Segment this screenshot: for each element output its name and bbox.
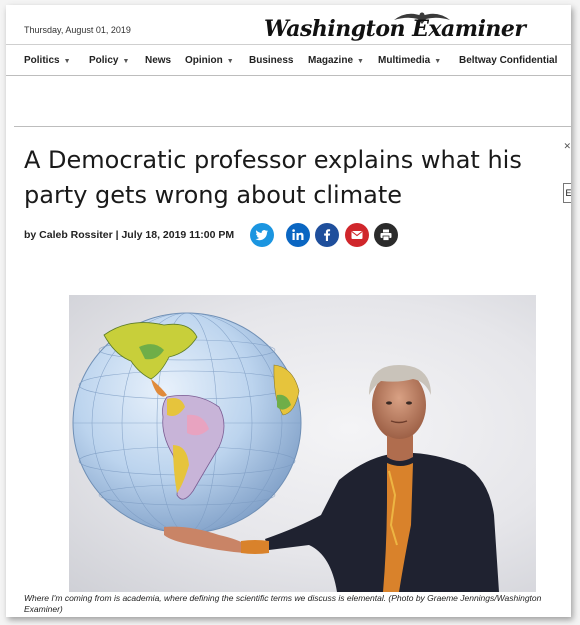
nav-item-label: Opinion (185, 55, 223, 66)
article-headline: A Democratic professor explains what his… (24, 146, 522, 209)
chevron-down-icon: ▼ (226, 58, 234, 65)
chevron-down-icon: ▼ (357, 58, 364, 65)
nav-item-business[interactable]: Business (249, 55, 293, 66)
chevron-down-icon: ▼ (434, 58, 442, 65)
site-header: Thursday, August 01, 2019 Washington Exa… (6, 5, 571, 45)
page-frame: Thursday, August 01, 2019 Washington Exa… (6, 5, 571, 617)
truncated-side-widget[interactable]: E (563, 183, 571, 203)
linkedin-icon (292, 229, 304, 240)
print-icon (380, 229, 392, 241)
nav-item-label: Magazine (308, 55, 354, 66)
article-photo (69, 295, 536, 592)
article-byline: by Caleb Rossiter | July 18, 2019 11:00 … (24, 229, 235, 241)
share-linkedin-button[interactable] (286, 223, 310, 247)
nav-item-opinion[interactable]: Opinion ▼ (185, 55, 234, 66)
nav-item-policy[interactable]: Policy ▼ (89, 55, 129, 66)
nav-item-label: Policy (89, 55, 119, 66)
nav-item-beltway-confidential[interactable]: Beltway Confidential (459, 55, 557, 66)
share-twitter-button[interactable] (250, 223, 274, 247)
chevron-down-icon: ▼ (122, 58, 130, 65)
nav-item-label: Multimedia (378, 55, 431, 66)
share-facebook-button[interactable] (315, 223, 339, 247)
photo-caption: Where I'm coming from is academia, where… (24, 593, 542, 614)
nav-item-label: Business (249, 55, 294, 66)
nav-item-magazine[interactable]: Magazine ▼ (308, 55, 364, 66)
nav-item-news[interactable]: News (145, 55, 171, 66)
photo-illustration (72, 312, 499, 592)
nav-item-label: Politics (24, 55, 60, 66)
mail-icon (351, 231, 363, 239)
truncated-widget-icon[interactable]: ✕ (563, 141, 571, 152)
nav-item-label: News (145, 55, 172, 66)
nav-item-multimedia[interactable]: Multimedia ▼ (378, 55, 441, 66)
logo-text: Washington Examiner (264, 16, 526, 42)
site-logo[interactable]: Washington Examiner (264, 10, 564, 44)
header-date: Thursday, August 01, 2019 (24, 25, 131, 35)
nav-item-politics[interactable]: Politics ▼ (24, 55, 71, 66)
share-print-button[interactable] (374, 223, 398, 247)
share-email-button[interactable] (345, 223, 369, 247)
chevron-down-icon: ▼ (63, 58, 71, 65)
nav-item-label: Beltway Confidential (459, 55, 558, 66)
twitter-icon (255, 230, 268, 241)
section-divider (14, 126, 571, 127)
facebook-icon (324, 229, 331, 241)
main-nav: Politics ▼ Policy ▼ News Opinion ▼ Business… (6, 46, 571, 76)
